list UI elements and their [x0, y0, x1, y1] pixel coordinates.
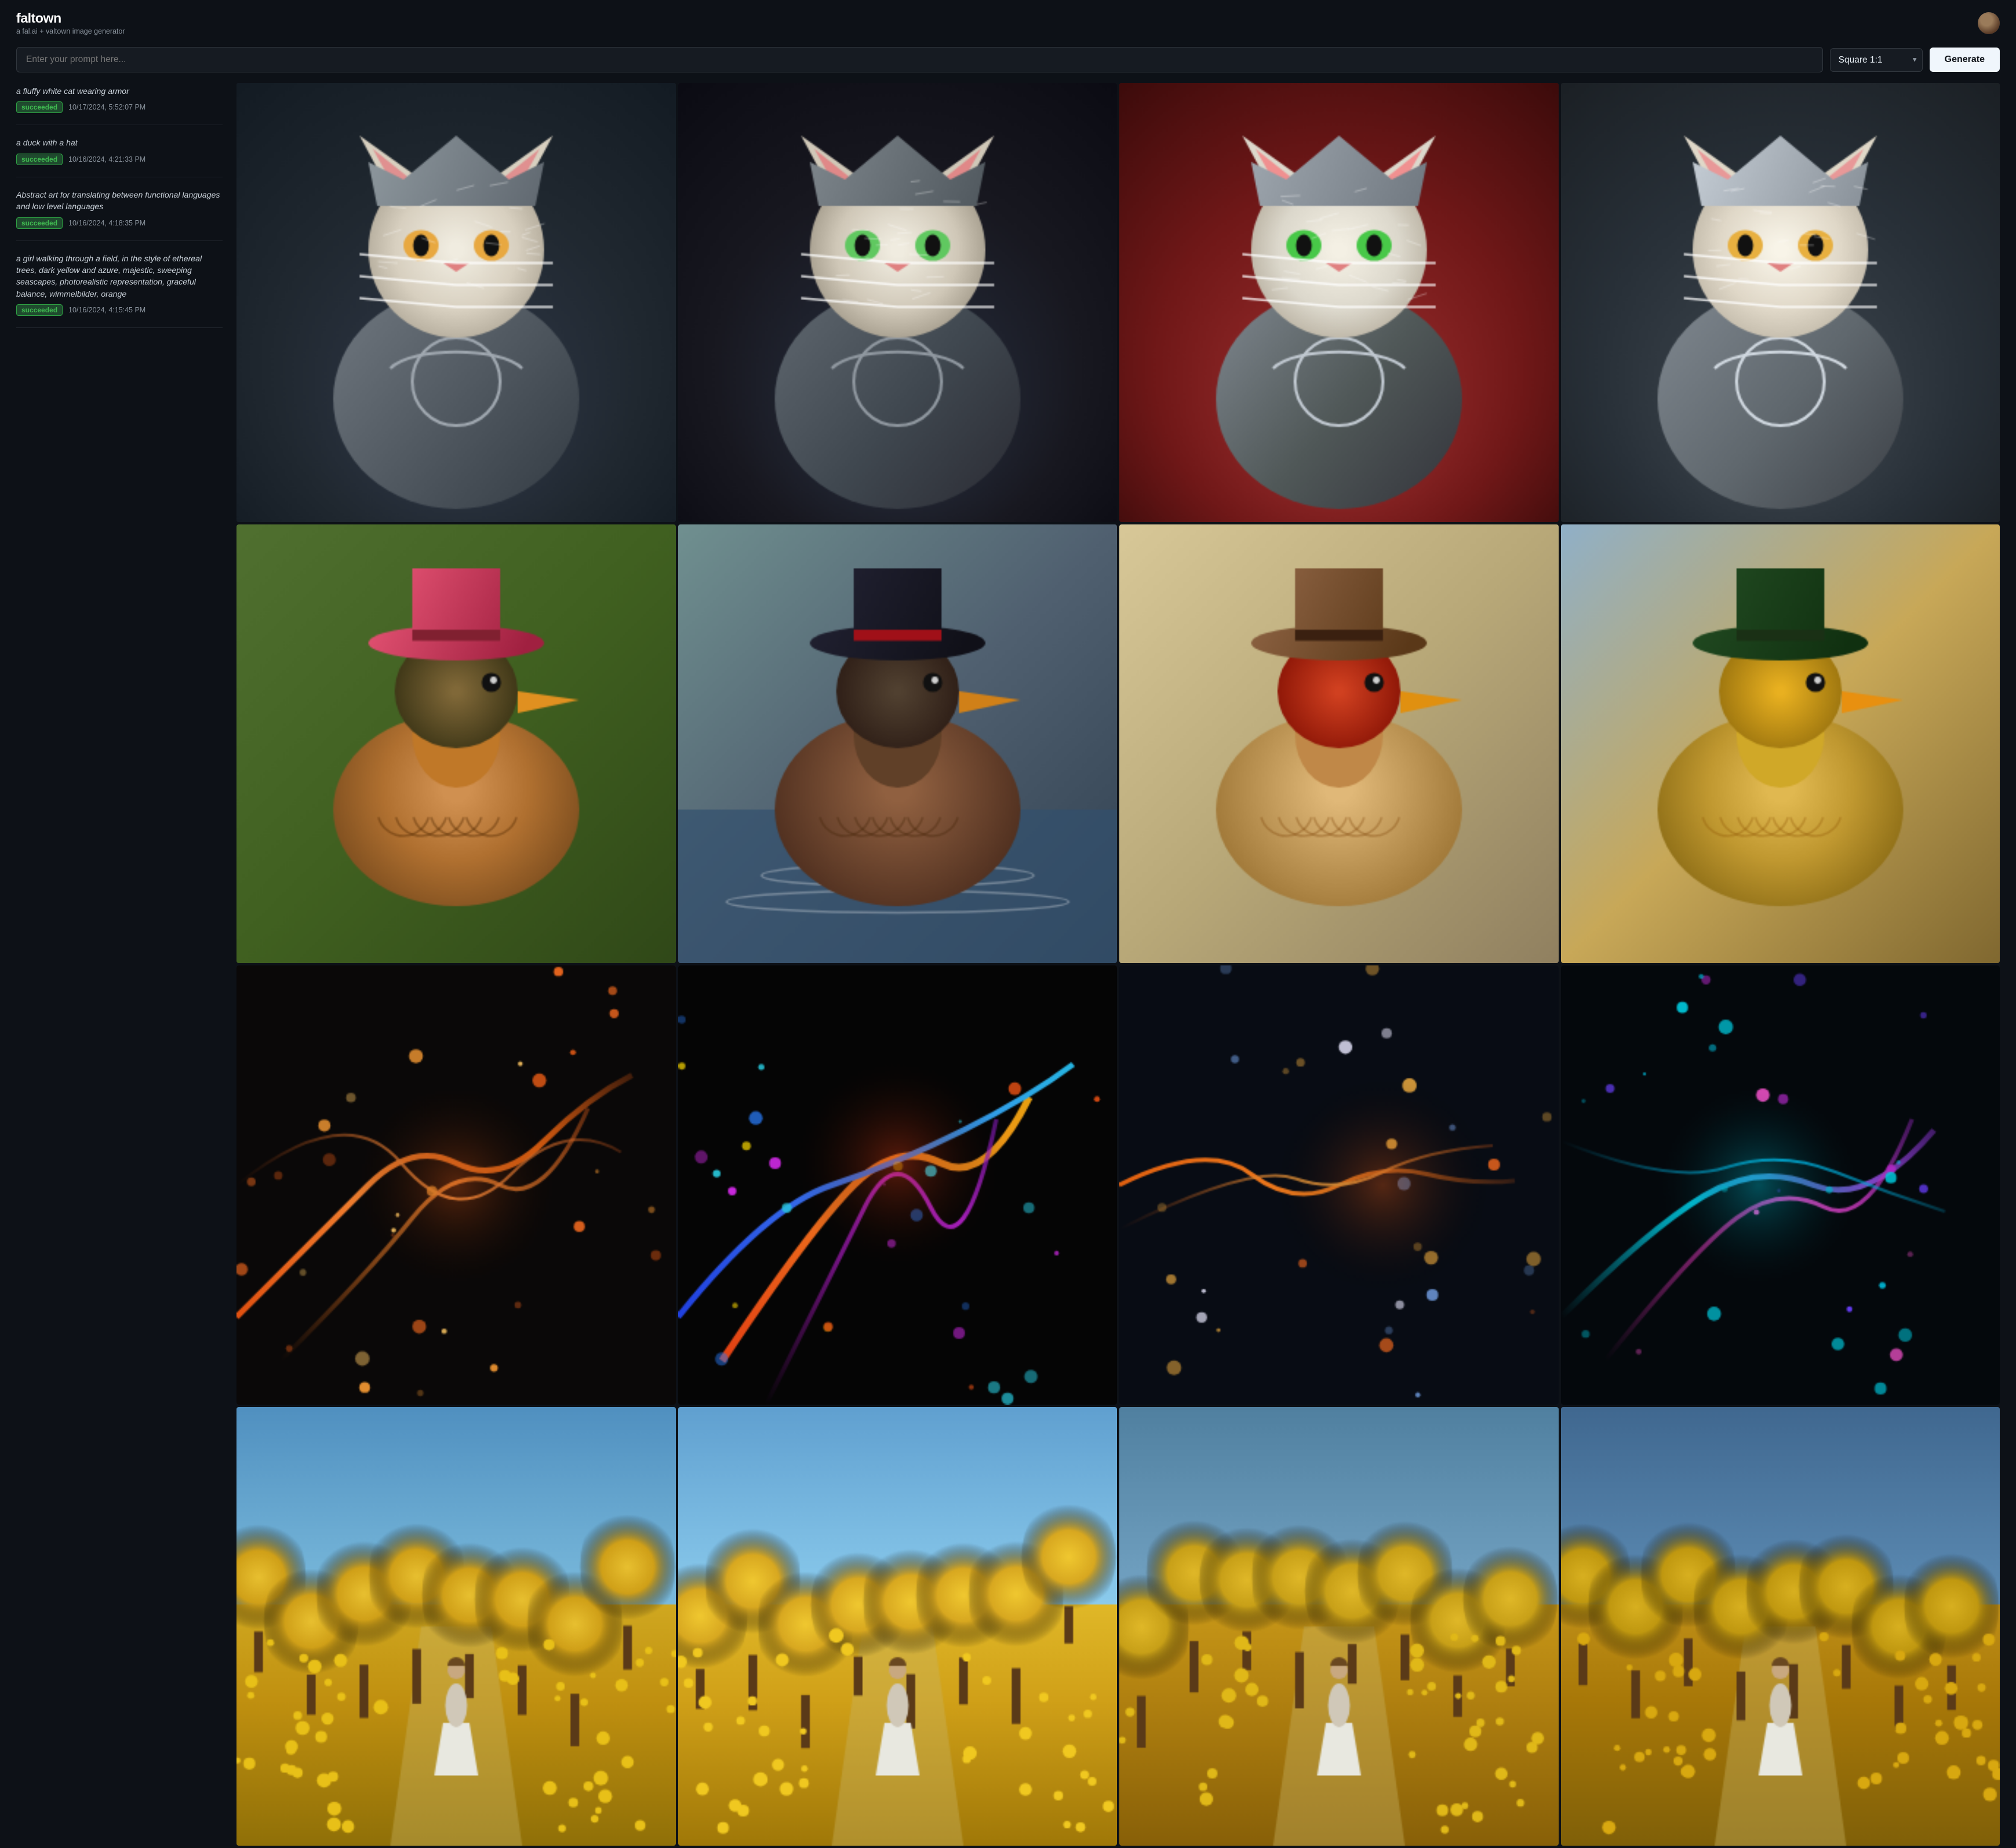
aspect-select-wrapper: Square 1:1 Portrait 2:3 Landscape 3:2 Wi… — [1830, 48, 1923, 72]
image-cell-cat-3[interactable] — [1119, 83, 1559, 522]
main-content: a fluffy white cat wearing armor succeed… — [0, 83, 2016, 1848]
duck-image-1 — [236, 524, 676, 964]
image-cell-duck-4[interactable] — [1561, 524, 2000, 964]
image-row-cats — [236, 83, 2000, 522]
field-image-3 — [1119, 1407, 1559, 1846]
history-item-3[interactable]: Abstract art for translating between fun… — [16, 177, 223, 241]
header-left: faltown a fal.ai + valtown image generat… — [16, 10, 125, 35]
history-time-4: 10/16/2024, 4:15:45 PM — [68, 306, 145, 314]
history-time-3: 10/16/2024, 4:18:35 PM — [68, 219, 145, 227]
avatar[interactable] — [1978, 12, 2000, 34]
cat-image-1 — [236, 83, 676, 522]
image-row-abstract — [236, 965, 2000, 1405]
duck-image-4 — [1561, 524, 2000, 964]
status-badge-3: succeeded — [16, 217, 63, 229]
status-badge-1: succeeded — [16, 101, 63, 113]
history-prompt-2: a duck with a hat — [16, 137, 223, 148]
image-cell-duck-1[interactable] — [236, 524, 676, 964]
prompt-input[interactable] — [16, 47, 1823, 72]
history-item-2[interactable]: a duck with a hat succeeded 10/16/2024, … — [16, 125, 223, 177]
history-meta-3: succeeded 10/16/2024, 4:18:35 PM — [16, 217, 223, 229]
image-cell-duck-3[interactable] — [1119, 524, 1559, 964]
app-subtitle: a fal.ai + valtown image generator — [16, 27, 125, 35]
image-cell-cat-2[interactable] — [678, 83, 1118, 522]
abstract-image-4 — [1561, 965, 2000, 1405]
image-row-ducks — [236, 524, 2000, 964]
image-cell-abstract-3[interactable] — [1119, 965, 1559, 1405]
avatar-image — [1978, 12, 2000, 34]
image-cell-duck-2[interactable] — [678, 524, 1118, 964]
history-list: a fluffy white cat wearing armor succeed… — [16, 83, 236, 1848]
image-row-field — [236, 1407, 2000, 1846]
history-item-1[interactable]: a fluffy white cat wearing armor succeed… — [16, 83, 223, 125]
history-prompt-4: a girl walking through a field, in the s… — [16, 253, 223, 300]
duck-image-3 — [1119, 524, 1559, 964]
cat-image-4 — [1561, 83, 2000, 522]
image-section-abstract — [236, 965, 2000, 1405]
aspect-ratio-select[interactable]: Square 1:1 Portrait 2:3 Landscape 3:2 Wi… — [1830, 48, 1923, 72]
image-cell-cat-1[interactable] — [236, 83, 676, 522]
history-prompt-3: Abstract art for translating between fun… — [16, 189, 223, 213]
image-cell-field-3[interactable] — [1119, 1407, 1559, 1846]
image-cell-field-2[interactable] — [678, 1407, 1118, 1846]
image-cell-cat-4[interactable] — [1561, 83, 2000, 522]
image-cell-field-4[interactable] — [1561, 1407, 2000, 1846]
cat-image-3 — [1119, 83, 1559, 522]
history-prompt-1: a fluffy white cat wearing armor — [16, 85, 223, 97]
image-section-ducks — [236, 524, 2000, 964]
image-cell-abstract-1[interactable] — [236, 965, 676, 1405]
duck-image-2 — [678, 524, 1118, 964]
prompt-bar: Square 1:1 Portrait 2:3 Landscape 3:2 Wi… — [0, 41, 2016, 83]
image-cell-abstract-4[interactable] — [1561, 965, 2000, 1405]
image-cell-field-1[interactable] — [236, 1407, 676, 1846]
app-title: faltown — [16, 10, 125, 26]
abstract-image-1 — [236, 965, 676, 1405]
history-time-2: 10/16/2024, 4:21:33 PM — [68, 155, 145, 163]
history-item-4[interactable]: a girl walking through a field, in the s… — [16, 241, 223, 329]
cat-image-2 — [678, 83, 1118, 522]
image-cell-abstract-2[interactable] — [678, 965, 1118, 1405]
field-image-2 — [678, 1407, 1118, 1846]
field-image-1 — [236, 1407, 676, 1846]
abstract-image-3 — [1119, 965, 1559, 1405]
abstract-image-2 — [678, 965, 1118, 1405]
generate-button[interactable]: Generate — [1930, 48, 2000, 72]
status-badge-2: succeeded — [16, 154, 63, 165]
history-meta-2: succeeded 10/16/2024, 4:21:33 PM — [16, 154, 223, 165]
status-badge-4: succeeded — [16, 304, 63, 316]
image-section-cats — [236, 83, 2000, 522]
header: faltown a fal.ai + valtown image generat… — [0, 0, 2016, 41]
field-image-4 — [1561, 1407, 2000, 1846]
image-grid-container — [236, 83, 2000, 1848]
history-meta-1: succeeded 10/17/2024, 5:52:07 PM — [16, 101, 223, 113]
history-time-1: 10/17/2024, 5:52:07 PM — [68, 103, 145, 111]
history-meta-4: succeeded 10/16/2024, 4:15:45 PM — [16, 304, 223, 316]
image-section-field — [236, 1407, 2000, 1846]
